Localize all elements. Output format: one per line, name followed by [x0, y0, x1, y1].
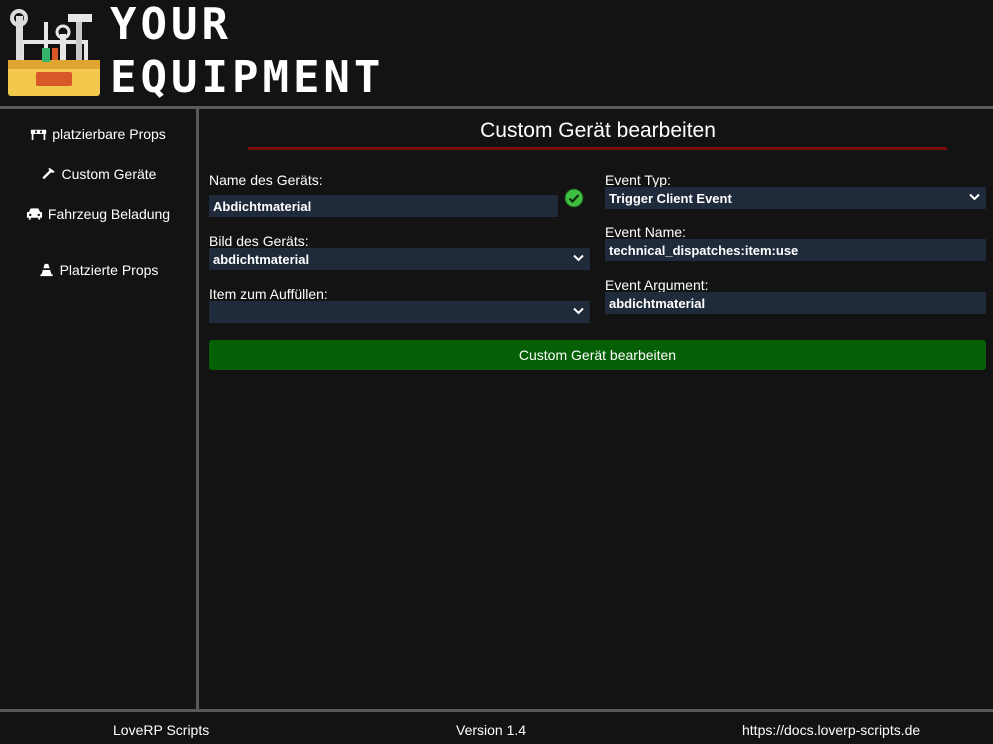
- image-select-value: abdichtmaterial: [213, 251, 310, 267]
- event-argument-value: abdichtmaterial: [609, 295, 706, 311]
- image-label: Bild des Geräts:: [209, 233, 309, 249]
- event-name-label: Event Name:: [605, 224, 686, 240]
- chevron-down-icon: [573, 254, 584, 262]
- title-underline: [248, 147, 947, 150]
- event-name-input[interactable]: technical_dispatches:item:use: [605, 239, 986, 261]
- toolbox-icon: [8, 9, 100, 96]
- image-select[interactable]: abdichtmaterial: [209, 248, 590, 270]
- event-type-label: Event Typ:: [605, 172, 671, 188]
- header: YOUR EQUIPMENT: [0, 0, 993, 106]
- sidebar-item-label: Platzierte Props: [59, 262, 159, 278]
- footer-docs-link[interactable]: https://docs.loverp-scripts.de: [742, 722, 920, 738]
- event-name-value: technical_dispatches:item:use: [609, 242, 799, 258]
- submit-button-label: Custom Gerät bearbeiten: [518, 347, 677, 363]
- sidebar-item-placed-props[interactable]: Platzierte Props: [0, 258, 196, 282]
- event-argument-label: Event Argument:: [605, 277, 709, 293]
- sidebar-item-label: platzierbare Props: [52, 126, 166, 142]
- sidebar-item-vehicle-loading[interactable]: Fahrzeug Beladung: [0, 202, 196, 226]
- footer: LoveRP Scripts Version 1.4 https://docs.…: [0, 712, 993, 744]
- footer-version: Version 1.4: [456, 722, 527, 738]
- name-label: Name des Geräts:: [209, 172, 323, 188]
- footer-brand: LoveRP Scripts: [113, 722, 210, 738]
- chevron-down-icon: [969, 193, 980, 201]
- logo-title-line1: YOUR: [110, 0, 232, 50]
- hammer-icon: [41, 167, 55, 180]
- page-title: Custom Gerät bearbeiten: [480, 119, 716, 142]
- name-input[interactable]: Abdichtmaterial: [209, 195, 558, 217]
- sidebar-item-label: Fahrzeug Beladung: [47, 206, 171, 222]
- traffic-cone-icon: [39, 263, 53, 277]
- event-type-select[interactable]: Trigger Client Event: [605, 187, 986, 209]
- sidebar-item-placeable-props[interactable]: platzierbare Props: [0, 122, 196, 146]
- barrier-icon: [31, 129, 47, 140]
- refill-select[interactable]: [209, 301, 590, 323]
- refill-label: Item zum Auffüllen:: [209, 286, 328, 302]
- submit-button[interactable]: Custom Gerät bearbeiten: [209, 340, 986, 370]
- name-input-value: Abdichtmaterial: [213, 198, 312, 214]
- sidebar-item-custom-devices[interactable]: Custom Geräte: [0, 162, 196, 186]
- chevron-down-icon: [573, 307, 584, 315]
- event-argument-input[interactable]: abdichtmaterial: [605, 292, 986, 314]
- event-type-value: Trigger Client Event: [609, 190, 732, 206]
- sidebar: platzierbare Props Custom Geräte Fahrzeu…: [0, 109, 196, 709]
- check-circle-icon: [564, 188, 584, 208]
- sidebar-item-label: Custom Geräte: [61, 166, 157, 182]
- car-icon: [26, 208, 42, 220]
- main-panel: Custom Gerät bearbeiten Name des Geräts:…: [199, 109, 993, 709]
- logo-title-line2: EQUIPMENT: [110, 52, 385, 103]
